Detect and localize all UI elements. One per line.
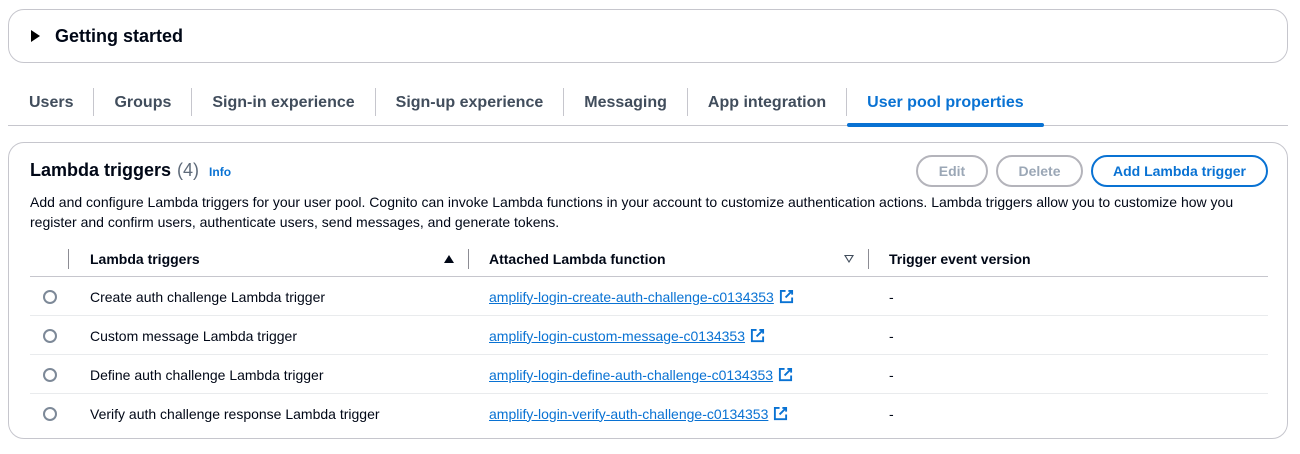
edit-button[interactable]: Edit bbox=[916, 155, 988, 187]
trigger-version: - bbox=[889, 405, 894, 422]
column-divider bbox=[468, 249, 469, 269]
add-lambda-trigger-button[interactable]: Add Lambda trigger bbox=[1091, 155, 1268, 187]
trigger-name: Verify auth challenge response Lambda tr… bbox=[90, 405, 380, 422]
info-link[interactable]: Info bbox=[209, 165, 231, 179]
tab-user-pool-properties[interactable]: User pool properties bbox=[847, 80, 1045, 127]
panel-title: Lambda triggers bbox=[30, 160, 172, 180]
function-link[interactable]: amplify-login-create-auth-challenge-c013… bbox=[489, 289, 774, 305]
trigger-version: - bbox=[889, 288, 894, 305]
delete-button[interactable]: Delete bbox=[996, 155, 1083, 187]
external-link-icon[interactable] bbox=[773, 406, 788, 421]
tab-groups[interactable]: Groups bbox=[94, 80, 191, 125]
getting-started-title: Getting started bbox=[55, 25, 184, 46]
tab-sign-up-experience[interactable]: Sign-up experience bbox=[376, 80, 564, 125]
function-link[interactable]: amplify-login-define-auth-challenge-c013… bbox=[489, 367, 773, 383]
caret-right-icon bbox=[31, 30, 40, 42]
table-row[interactable]: Verify auth challenge response Lambda tr… bbox=[30, 394, 1268, 433]
function-link[interactable]: amplify-login-custom-message-c0134353 bbox=[489, 328, 745, 344]
row-radio-button[interactable] bbox=[43, 290, 57, 304]
panel-count: (4) bbox=[177, 160, 200, 180]
tab-messaging[interactable]: Messaging bbox=[564, 80, 687, 125]
header-attached-lambda-function-label: Attached Lambda function bbox=[489, 251, 666, 267]
trigger-version: - bbox=[889, 327, 894, 344]
function-cell: amplify-login-define-auth-challenge-c013… bbox=[489, 355, 793, 394]
tab-sign-in-experience[interactable]: Sign-in experience bbox=[192, 80, 374, 125]
external-link-icon[interactable] bbox=[778, 367, 793, 382]
column-divider bbox=[68, 249, 69, 269]
header-attached-lambda-function[interactable]: Attached Lambda function bbox=[489, 241, 666, 277]
tab-bar: Users Groups Sign-in experience Sign-up … bbox=[8, 80, 1288, 127]
header-trigger-event-version: Trigger event version bbox=[889, 241, 1031, 277]
function-cell: amplify-login-verify-auth-challenge-c013… bbox=[489, 394, 788, 433]
external-link-icon[interactable] bbox=[779, 289, 794, 304]
header-trigger-event-version-label: Trigger event version bbox=[889, 251, 1031, 267]
table-row[interactable]: Custom message Lambda trigger amplify-lo… bbox=[30, 316, 1268, 355]
tab-app-integration[interactable]: App integration bbox=[688, 80, 846, 125]
function-cell: amplify-login-custom-message-c0134353 bbox=[489, 316, 765, 355]
column-divider bbox=[868, 249, 869, 269]
external-link-icon[interactable] bbox=[750, 328, 765, 343]
header-lambda-triggers[interactable]: Lambda triggers bbox=[90, 241, 200, 277]
row-radio-button[interactable] bbox=[43, 407, 57, 421]
trigger-name: Create auth challenge Lambda trigger bbox=[90, 288, 326, 305]
sort-descending-icon[interactable] bbox=[844, 241, 854, 277]
trigger-name: Custom message Lambda trigger bbox=[90, 327, 297, 344]
row-radio-button[interactable] bbox=[43, 329, 57, 343]
function-link[interactable]: amplify-login-verify-auth-challenge-c013… bbox=[489, 406, 768, 422]
sort-down-icon bbox=[844, 254, 854, 264]
function-cell: amplify-login-create-auth-challenge-c013… bbox=[489, 277, 794, 316]
table-row[interactable]: Create auth challenge Lambda trigger amp… bbox=[30, 277, 1268, 316]
lambda-triggers-panel: Lambda triggers (4) Info Edit Delete Add… bbox=[8, 142, 1288, 439]
panel-header: Lambda triggers (4) Info bbox=[30, 160, 231, 181]
table-row[interactable]: Define auth challenge Lambda trigger amp… bbox=[30, 355, 1268, 394]
table-header: Lambda triggers Attached Lambda function… bbox=[30, 241, 1268, 277]
sort-up-icon bbox=[444, 255, 454, 263]
row-radio-button[interactable] bbox=[43, 368, 57, 382]
panel-description: Add and configure Lambda triggers for yo… bbox=[30, 194, 1234, 230]
sort-ascending-icon[interactable] bbox=[444, 241, 454, 277]
tab-users[interactable]: Users bbox=[8, 80, 93, 125]
header-lambda-triggers-label: Lambda triggers bbox=[90, 251, 200, 267]
getting-started-expander[interactable]: Getting started bbox=[8, 9, 1288, 63]
lambda-triggers-table: Lambda triggers Attached Lambda function… bbox=[30, 241, 1268, 433]
trigger-version: - bbox=[889, 366, 894, 383]
trigger-name: Define auth challenge Lambda trigger bbox=[90, 366, 324, 383]
